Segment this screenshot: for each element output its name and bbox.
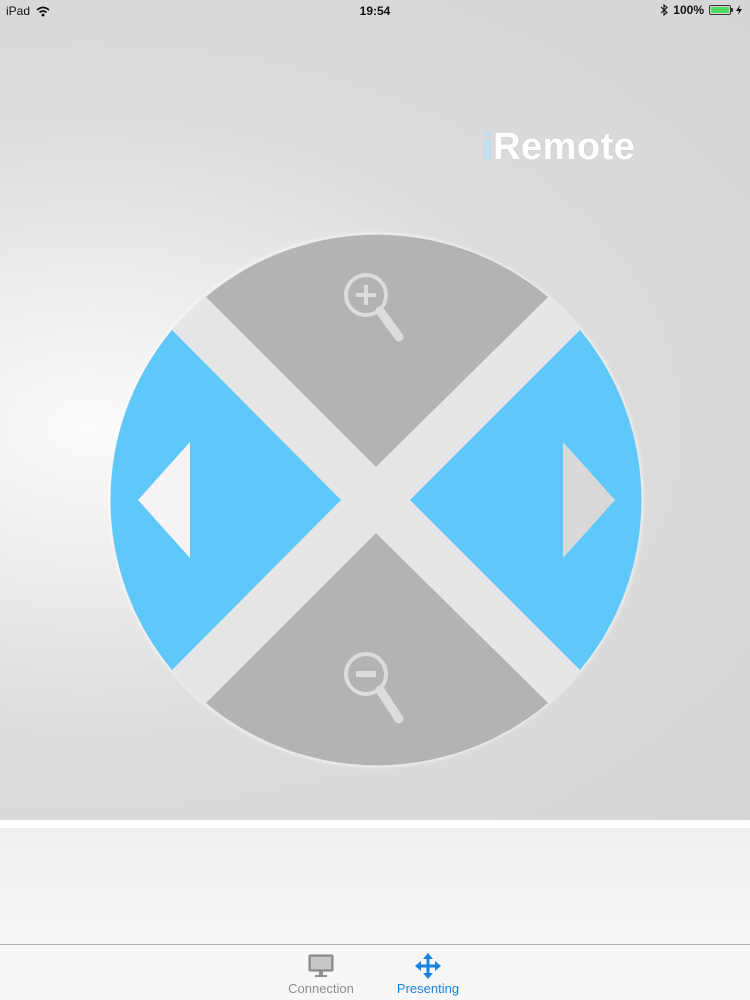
app-title-prefix: i bbox=[482, 126, 494, 168]
app-title-rest: Remote bbox=[493, 126, 636, 168]
presenter-panel: iRemote bbox=[0, 0, 750, 820]
battery-percent: 100% bbox=[673, 3, 704, 17]
lower-panel bbox=[0, 828, 750, 944]
move-arrows-icon bbox=[415, 953, 441, 979]
app-title: iRemote bbox=[482, 126, 635, 169]
battery-icon bbox=[709, 5, 733, 15]
bluetooth-icon bbox=[660, 4, 669, 16]
tab-connection-label: Connection bbox=[288, 981, 354, 996]
tab-presenting-label: Presenting bbox=[396, 981, 460, 996]
charging-icon bbox=[736, 5, 742, 15]
tab-bar: Connection Presenting bbox=[0, 944, 750, 1000]
divider bbox=[0, 820, 750, 828]
remote-control-pad bbox=[96, 225, 656, 785]
tab-presenting[interactable]: Presenting bbox=[378, 949, 478, 999]
status-bar: iPad 19:54 100% bbox=[0, 0, 750, 22]
tab-connection[interactable]: Connection bbox=[271, 949, 371, 999]
monitor-icon bbox=[308, 954, 334, 977]
clock: 19:54 bbox=[359, 4, 391, 18]
